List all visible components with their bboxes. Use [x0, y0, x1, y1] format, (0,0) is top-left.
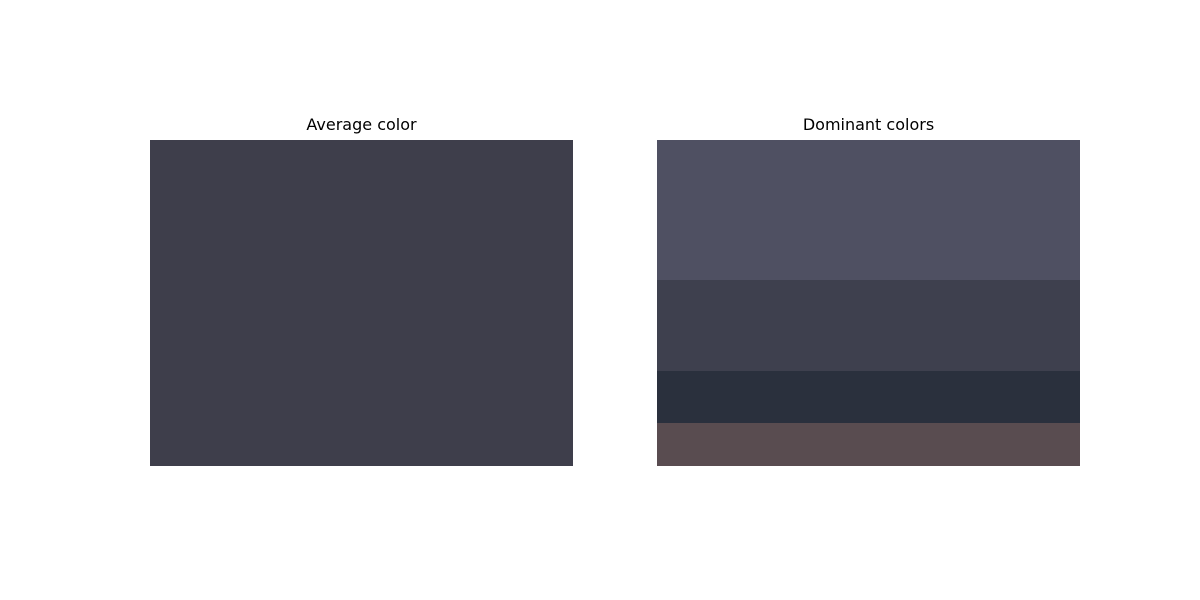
- dominant-colors-panel: Dominant colors: [657, 115, 1080, 466]
- dominant-color-band-2: [657, 280, 1080, 371]
- dominant-color-band-4: [657, 423, 1080, 466]
- dominant-colors-title: Dominant colors: [802, 115, 935, 134]
- dominant-color-band-3: [657, 371, 1080, 423]
- average-color-panel: Average color: [150, 115, 573, 466]
- dominant-color-band-1: [657, 140, 1080, 280]
- average-color-band-1: [150, 140, 573, 466]
- dominant-colors-swatch-area: [657, 140, 1080, 466]
- average-color-swatch-area: [150, 140, 573, 466]
- average-color-title: Average color: [306, 115, 417, 134]
